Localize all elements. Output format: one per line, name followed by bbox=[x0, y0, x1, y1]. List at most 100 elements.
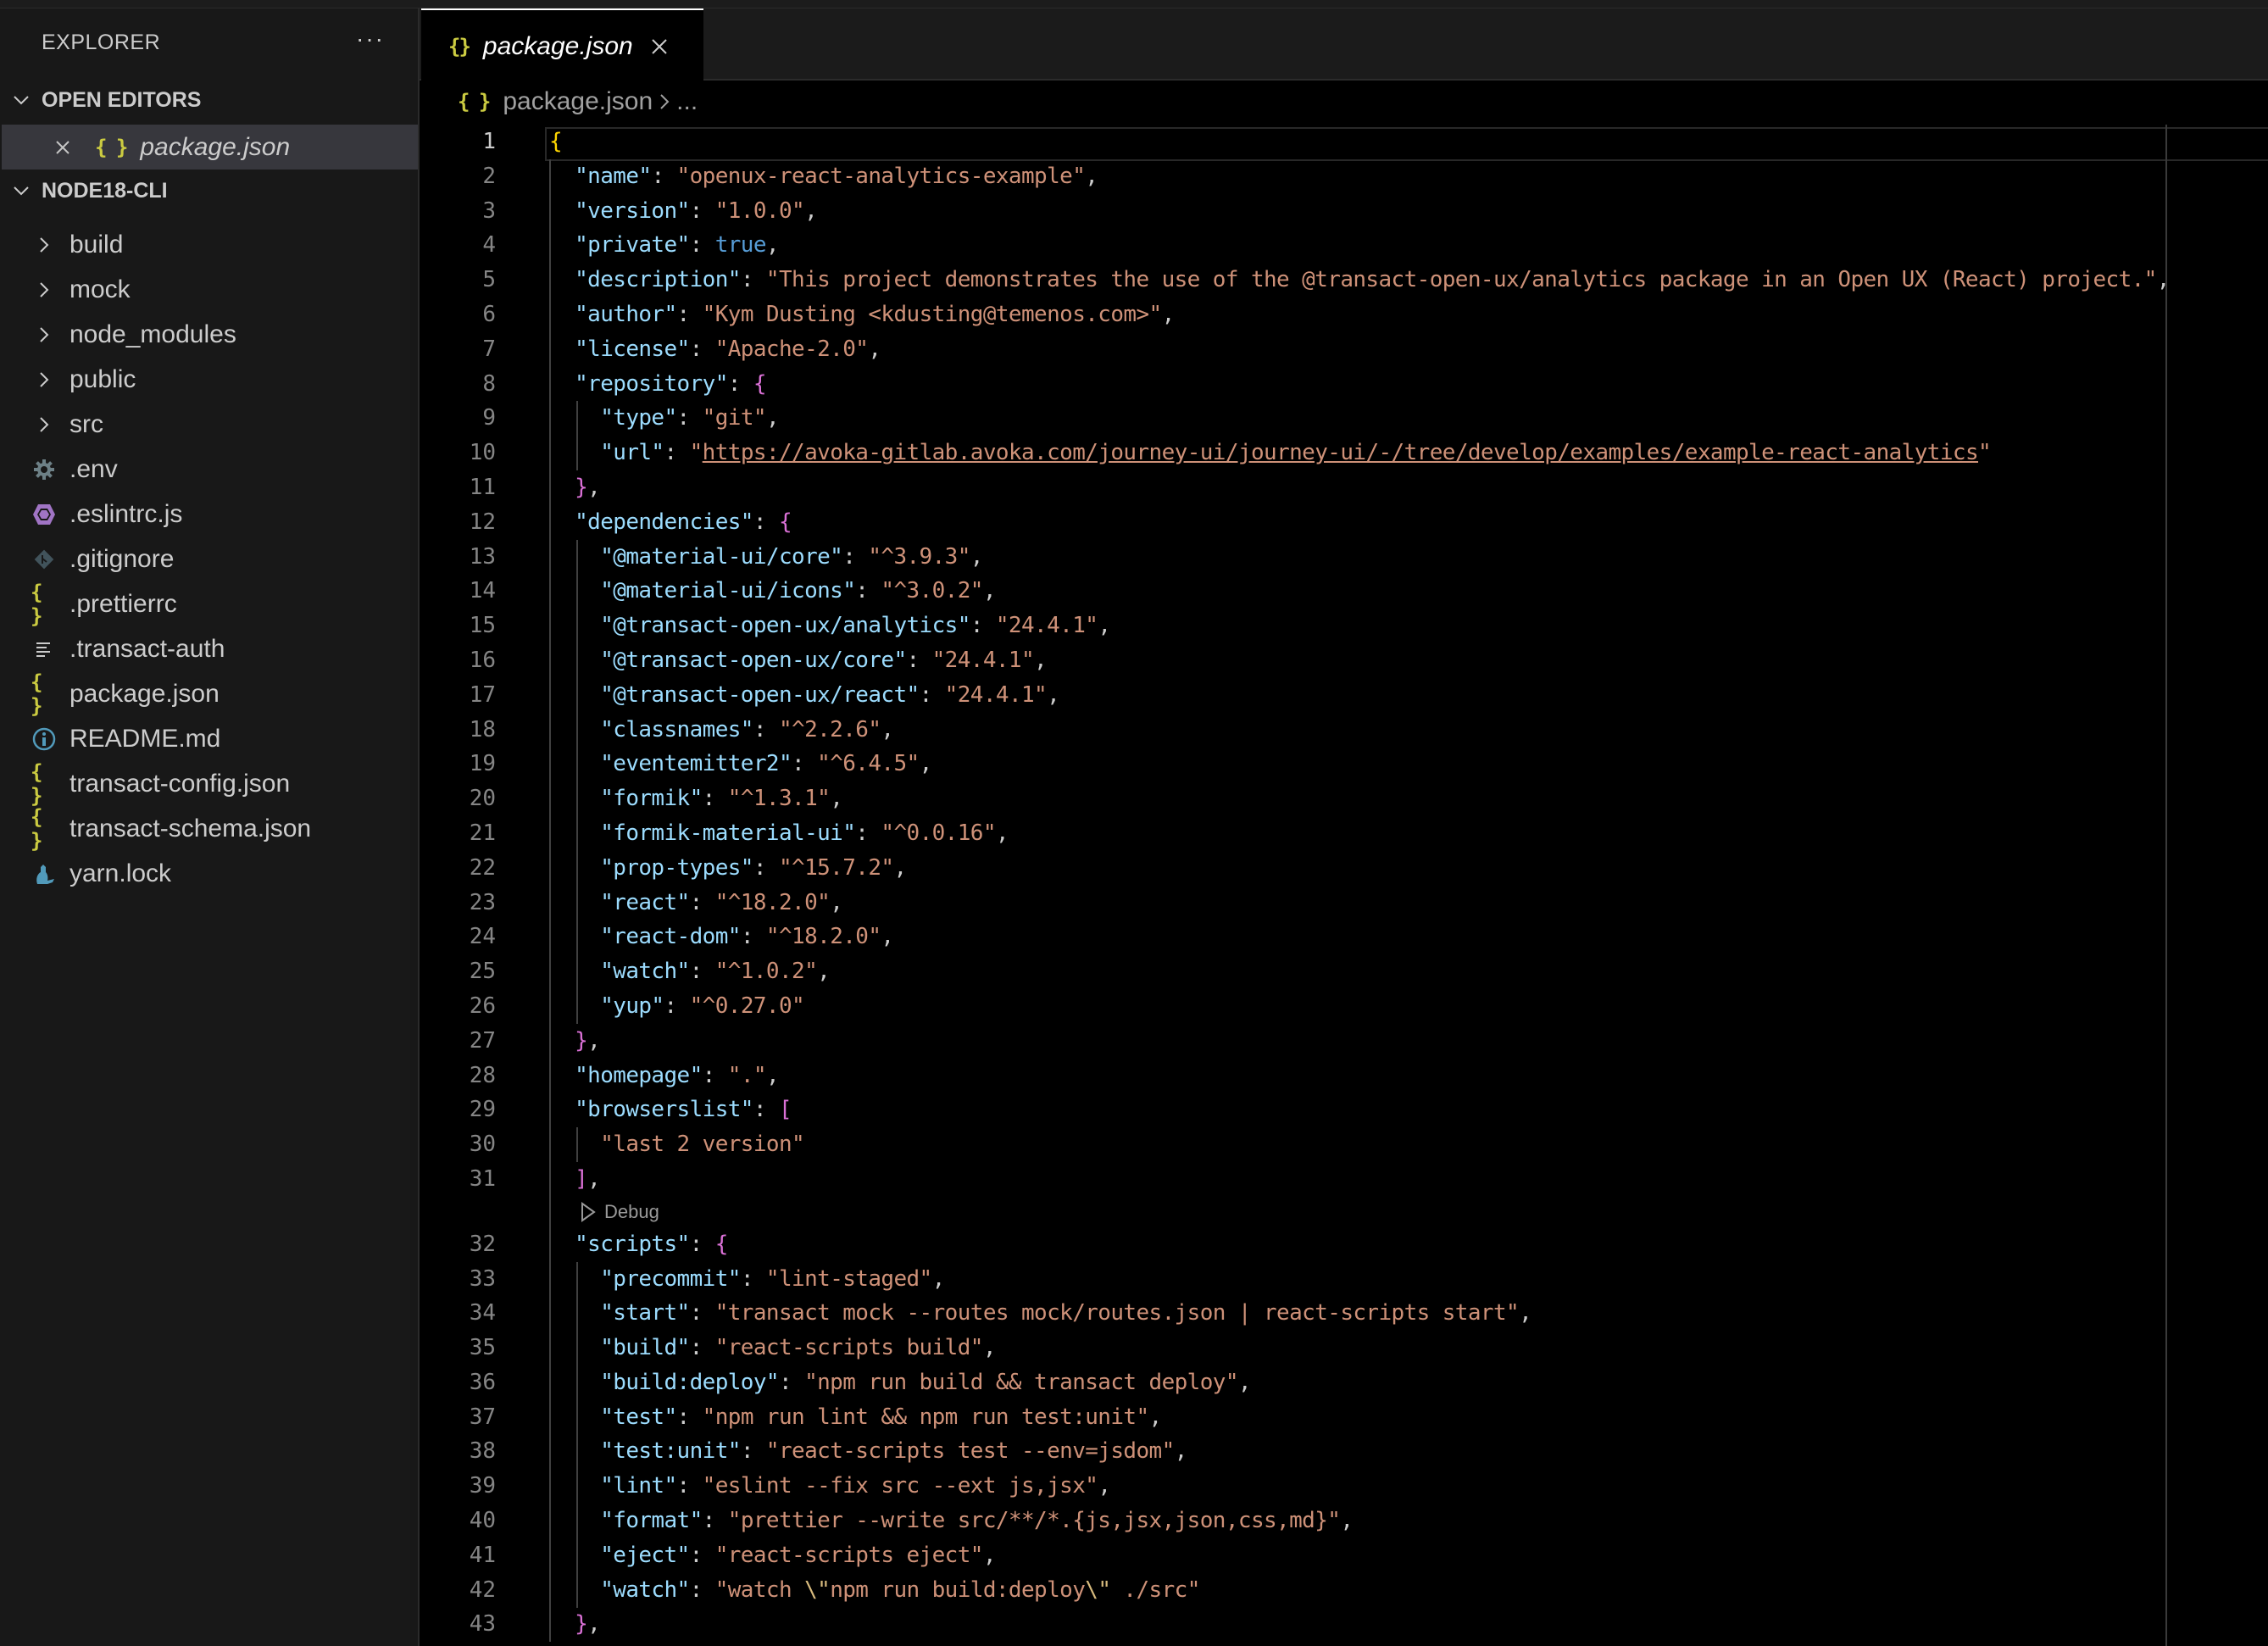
code-line[interactable]: 42 "watch": "watch \"npm run build:deplo… bbox=[420, 1573, 2268, 1608]
line-content: "precommit": "lint-staged", bbox=[549, 1262, 945, 1297]
code-token: : bbox=[740, 924, 766, 950]
line-content: "test:unit": "react-scripts test --env=j… bbox=[549, 1434, 1187, 1469]
code-line[interactable]: 37 "test": "npm run lint && npm run test… bbox=[420, 1400, 2268, 1435]
file-yarn-lock[interactable]: yarn.lock bbox=[0, 851, 418, 896]
open-editor-item[interactable]: { } package.json bbox=[2, 125, 418, 170]
code-line[interactable]: 28 "homepage": ".", bbox=[420, 1059, 2268, 1093]
code-line[interactable]: 1{ bbox=[420, 125, 2268, 159]
code-line[interactable]: 30 "last 2 version" bbox=[420, 1127, 2268, 1162]
code-token: "@transact-open-ux/react" bbox=[600, 681, 920, 708]
code-line[interactable]: 15 "@transact-open-ux/analytics": "24.4.… bbox=[420, 609, 2268, 643]
code-line[interactable]: 18 "classnames": "^2.2.6", bbox=[420, 713, 2268, 748]
close-icon[interactable] bbox=[54, 139, 85, 156]
code-line[interactable]: 34 "start": "transact mock --routes mock… bbox=[420, 1296, 2268, 1331]
code-line[interactable]: 2 "name": "openux-react-analytics-exampl… bbox=[420, 159, 2268, 194]
file-env[interactable]: .env bbox=[0, 447, 418, 492]
file-eslintrc-js[interactable]: .eslintrc.js bbox=[0, 492, 418, 537]
code-line[interactable]: 32 "scripts": { bbox=[420, 1227, 2268, 1262]
code-line[interactable]: 19 "eventemitter2": "^6.4.5", bbox=[420, 747, 2268, 781]
code-line[interactable]: 20 "formik": "^1.3.1", bbox=[420, 781, 2268, 816]
code-line[interactable]: 27 }, bbox=[420, 1024, 2268, 1059]
code-line[interactable]: 23 "react": "^18.2.0", bbox=[420, 886, 2268, 920]
breadcrumb-symbol[interactable]: ... bbox=[676, 87, 698, 116]
json-braces-icon: { } bbox=[458, 90, 491, 114]
code-token: "author" bbox=[575, 301, 677, 327]
code-line[interactable]: 35 "build": "react-scripts build", bbox=[420, 1331, 2268, 1365]
json-braces-icon: { } bbox=[31, 670, 42, 718]
code-line[interactable]: 10 "url": "https://avoka-gitlab.avoka.co… bbox=[420, 436, 2268, 470]
code-line[interactable]: 24 "react-dom": "^18.2.0", bbox=[420, 920, 2268, 954]
code-line[interactable]: 11 }, bbox=[420, 470, 2268, 505]
folder-mock[interactable]: mock bbox=[0, 267, 418, 312]
code-line[interactable]: 16 "@transact-open-ux/core": "24.4.1", bbox=[420, 643, 2268, 678]
folder-public[interactable]: public bbox=[0, 357, 418, 402]
file-package-json[interactable]: { } package.json bbox=[0, 670, 418, 718]
code-line[interactable]: 25 "watch": "^1.0.2", bbox=[420, 954, 2268, 989]
code-token: "lint-staged" bbox=[765, 1265, 932, 1292]
code-line[interactable]: 22 "prop-types": "^15.7.2", bbox=[420, 851, 2268, 886]
code-token: , bbox=[982, 578, 997, 604]
folder-node-modules[interactable]: node_modules bbox=[0, 312, 418, 357]
code-line[interactable]: 8 "repository": { bbox=[420, 367, 2268, 402]
line-content: "last 2 version" bbox=[549, 1127, 804, 1162]
file-transact-auth[interactable]: .transact-auth bbox=[0, 626, 418, 671]
line-content: "@material-ui/icons": "^3.0.2", bbox=[549, 574, 996, 609]
line-content: { bbox=[549, 125, 563, 159]
code-line[interactable]: 14 "@material-ui/icons": "^3.0.2", bbox=[420, 574, 2268, 609]
line-number: 38 bbox=[469, 1438, 496, 1465]
code-line[interactable]: 29 "browserslist": [ bbox=[420, 1093, 2268, 1127]
code-line[interactable]: 12 "dependencies": { bbox=[420, 505, 2268, 540]
code-line[interactable]: 26 "yup": "^0.27.0" bbox=[420, 989, 2268, 1024]
code-token: "This project demonstrates the use of th… bbox=[765, 267, 2157, 293]
code-line[interactable]: 33 "precommit": "lint-staged", bbox=[420, 1262, 2268, 1297]
more-actions-icon[interactable]: ··· bbox=[356, 25, 385, 53]
line-number: 26 bbox=[469, 993, 496, 1019]
file-transact-config-json[interactable]: { } transact-config.json bbox=[0, 760, 418, 808]
debug-codelens-button[interactable]: Debug bbox=[581, 1197, 659, 1227]
code-line[interactable]: 4 "private": true, bbox=[420, 228, 2268, 263]
code-line[interactable]: 6 "author": "Kym Dusting <kdusting@temen… bbox=[420, 298, 2268, 332]
folder-build[interactable]: build bbox=[0, 222, 418, 267]
code-token: "npm run lint && npm run test:unit" bbox=[702, 1404, 1149, 1430]
line-content: "classnames": "^2.2.6", bbox=[549, 713, 894, 748]
workspace-section-header[interactable]: NODE18-CLI bbox=[0, 170, 418, 211]
line-content: "@transact-open-ux/core": "24.4.1", bbox=[549, 643, 1047, 678]
code-token: , bbox=[1519, 1300, 1532, 1326]
code-editor[interactable]: 1{2 "name": "openux-react-analytics-exam… bbox=[420, 125, 2268, 1646]
close-icon[interactable] bbox=[650, 37, 669, 56]
code-line[interactable]: 41 "eject": "react-scripts eject", bbox=[420, 1538, 2268, 1573]
code-line[interactable]: 21 "formik-material-ui": "^0.0.16", bbox=[420, 816, 2268, 851]
tree-item-label: README.md bbox=[69, 724, 221, 753]
open-editors-section-header[interactable]: OPEN EDITORS bbox=[0, 80, 418, 120]
folder-src[interactable]: src bbox=[0, 402, 418, 447]
code-line[interactable]: 13 "@material-ui/core": "^3.9.3", bbox=[420, 540, 2268, 575]
code-line[interactable]: 17 "@transact-open-ux/react": "24.4.1", bbox=[420, 678, 2268, 713]
code-line[interactable]: 40 "format": "prettier --write src/**/*.… bbox=[420, 1504, 2268, 1538]
code-line[interactable]: 39 "lint": "eslint --fix src --ext js,js… bbox=[420, 1469, 2268, 1504]
tab-package-json[interactable]: {} package.json bbox=[421, 8, 703, 82]
code-line[interactable]: 43 }, bbox=[420, 1607, 2268, 1642]
code-line[interactable]: 31 ], bbox=[420, 1162, 2268, 1197]
file-readme-md[interactable]: README.md bbox=[0, 716, 418, 761]
code-line[interactable]: 7 "license": "Apache-2.0", bbox=[420, 332, 2268, 367]
file-transact-schema-json[interactable]: { } transact-schema.json bbox=[0, 805, 418, 853]
code-line[interactable]: 38 "test:unit": "react-scripts test --en… bbox=[420, 1434, 2268, 1469]
code-line[interactable]: 3 "version": "1.0.0", bbox=[420, 194, 2268, 229]
breadcrumb-file[interactable]: package.json bbox=[503, 87, 653, 116]
code-line[interactable]: 36 "build:deploy": "npm run build && tra… bbox=[420, 1365, 2268, 1400]
code-line[interactable]: 9 "type": "git", bbox=[420, 401, 2268, 436]
line-number: 34 bbox=[469, 1300, 496, 1326]
file-gitignore[interactable]: .gitignore bbox=[0, 537, 418, 581]
code-line[interactable]: 5 "description": "This project demonstra… bbox=[420, 263, 2268, 298]
file-prettierrc[interactable]: { } .prettierrc bbox=[0, 581, 418, 628]
code-token: : bbox=[753, 854, 779, 881]
code-token: "lint" bbox=[600, 1473, 677, 1499]
line-content: "yup": "^0.27.0" bbox=[549, 989, 804, 1024]
